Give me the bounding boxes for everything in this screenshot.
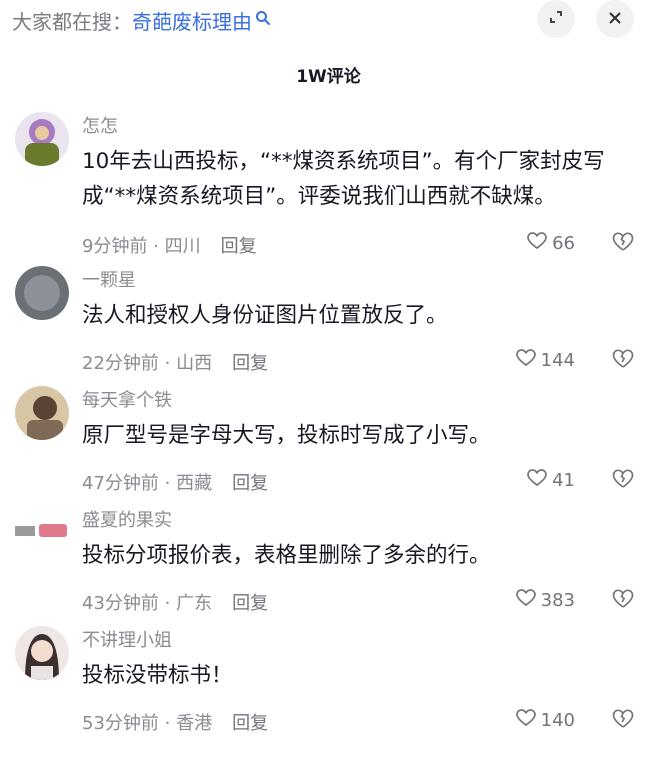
comment-time: 9分钟前 xyxy=(82,236,148,257)
heart-icon xyxy=(527,469,547,492)
heart-icon xyxy=(527,232,547,255)
avatar[interactable] xyxy=(15,386,69,440)
search-suggestion-prefix: 大家都在搜： xyxy=(12,10,132,34)
comment-author[interactable]: 每天拿个铁 xyxy=(82,386,172,412)
close-icon xyxy=(608,10,622,29)
heart-icon xyxy=(515,709,536,732)
comment-location: 四川 xyxy=(164,236,201,257)
like-count: 383 xyxy=(540,590,575,611)
comment-location: 山西 xyxy=(176,353,213,374)
comment-text: 10年去山西投标，“**煤资系统项目”。有个厂家封皮写成“**煤资系统项目”。评… xyxy=(82,149,605,209)
dislike-button[interactable] xyxy=(612,589,634,611)
comment-time: 43分钟前 xyxy=(82,593,159,614)
heart-icon xyxy=(515,589,536,612)
reply-button[interactable]: 回复 xyxy=(232,713,268,734)
like-count: 144 xyxy=(540,350,575,371)
comment-location: 广东 xyxy=(176,593,213,614)
reply-button[interactable]: 回复 xyxy=(221,236,257,257)
dislike-button[interactable] xyxy=(612,349,634,371)
avatar[interactable] xyxy=(15,506,69,560)
avatar[interactable] xyxy=(15,112,69,166)
like-count: 41 xyxy=(552,470,575,491)
dislike-button[interactable] xyxy=(612,232,634,254)
comment-author[interactable]: 不讲理小姐 xyxy=(82,626,172,652)
comment-item: 盛夏的果实 投标分项报价表，表格里删除了多余的行。 43分钟前 · 广东 回复 3… xyxy=(0,506,657,616)
reply-button[interactable]: 回复 xyxy=(232,353,268,374)
search-icon xyxy=(255,7,271,31)
comment-meta: 47分钟前 · 西藏 回复 xyxy=(82,473,269,494)
expand-button[interactable] xyxy=(537,0,575,38)
like-button[interactable]: 140 xyxy=(515,709,575,732)
avatar[interactable] xyxy=(15,626,69,680)
search-suggestion[interactable]: 大家都在搜：奇葩废标理由 xyxy=(12,6,271,35)
reply-button[interactable]: 回复 xyxy=(232,593,268,614)
like-count: 140 xyxy=(540,710,575,731)
like-button[interactable]: 66 xyxy=(527,232,575,255)
comment-time: 47分钟前 xyxy=(82,473,159,494)
search-suggestion-link[interactable]: 奇葩废标理由 xyxy=(132,10,252,34)
dislike-button[interactable] xyxy=(612,469,634,491)
comment-location: 西藏 xyxy=(176,473,213,494)
comment-count-title: 1W评论 xyxy=(296,67,361,87)
comment-location: 香港 xyxy=(176,713,213,734)
close-button[interactable] xyxy=(596,0,634,38)
comment-item: 怎怎 10年去山西投标，“**煤资系统项目”。有个厂家封皮写成“**煤资系统项目… xyxy=(0,112,657,262)
comment-meta: 9分钟前 · 四川 回复 xyxy=(82,236,257,257)
comment-item: 一颗星 法人和授权人身份证图片位置放反了。 22分钟前 · 山西 回复 144 xyxy=(0,266,657,376)
avatar[interactable] xyxy=(15,266,69,320)
comment-item: 每天拿个铁 原厂型号是字母大写，投标时写成了小写。 47分钟前 · 西藏 回复 4… xyxy=(0,386,657,496)
like-button[interactable]: 383 xyxy=(515,589,575,612)
dislike-button[interactable] xyxy=(612,709,634,731)
comment-meta: 22分钟前 · 山西 回复 xyxy=(82,353,269,374)
like-button[interactable]: 41 xyxy=(527,469,575,492)
comment-time: 22分钟前 xyxy=(82,353,159,374)
comment-text: 投标分项报价表，表格里删除了多余的行。 xyxy=(82,543,491,568)
broken-heart-icon xyxy=(612,232,634,256)
comment-author[interactable]: 怎怎 xyxy=(82,112,118,138)
expand-icon xyxy=(548,9,564,29)
broken-heart-icon xyxy=(612,709,634,733)
comment-text: 法人和授权人身份证图片位置放反了。 xyxy=(82,303,448,328)
like-button[interactable]: 144 xyxy=(515,349,575,372)
like-count: 66 xyxy=(552,233,575,254)
reply-button[interactable]: 回复 xyxy=(232,473,268,494)
comment-time: 53分钟前 xyxy=(82,713,159,734)
comment-text: 原厂型号是字母大写，投标时写成了小写。 xyxy=(82,423,491,448)
broken-heart-icon xyxy=(612,469,634,493)
comment-meta: 43分钟前 · 广东 回复 xyxy=(82,593,269,614)
broken-heart-icon xyxy=(612,589,634,613)
comment-meta: 53分钟前 · 香港 回复 xyxy=(82,713,269,734)
heart-icon xyxy=(515,349,536,372)
comment-item: 不讲理小姐 投标没带标书！ 53分钟前 · 香港 回复 140 xyxy=(0,626,657,736)
comment-author[interactable]: 一颗星 xyxy=(82,266,136,292)
broken-heart-icon xyxy=(612,349,634,373)
comment-author[interactable]: 盛夏的果实 xyxy=(82,506,172,532)
top-bar: 大家都在搜：奇葩废标理由 xyxy=(0,0,657,40)
comment-text: 投标没带标书！ xyxy=(82,663,233,688)
